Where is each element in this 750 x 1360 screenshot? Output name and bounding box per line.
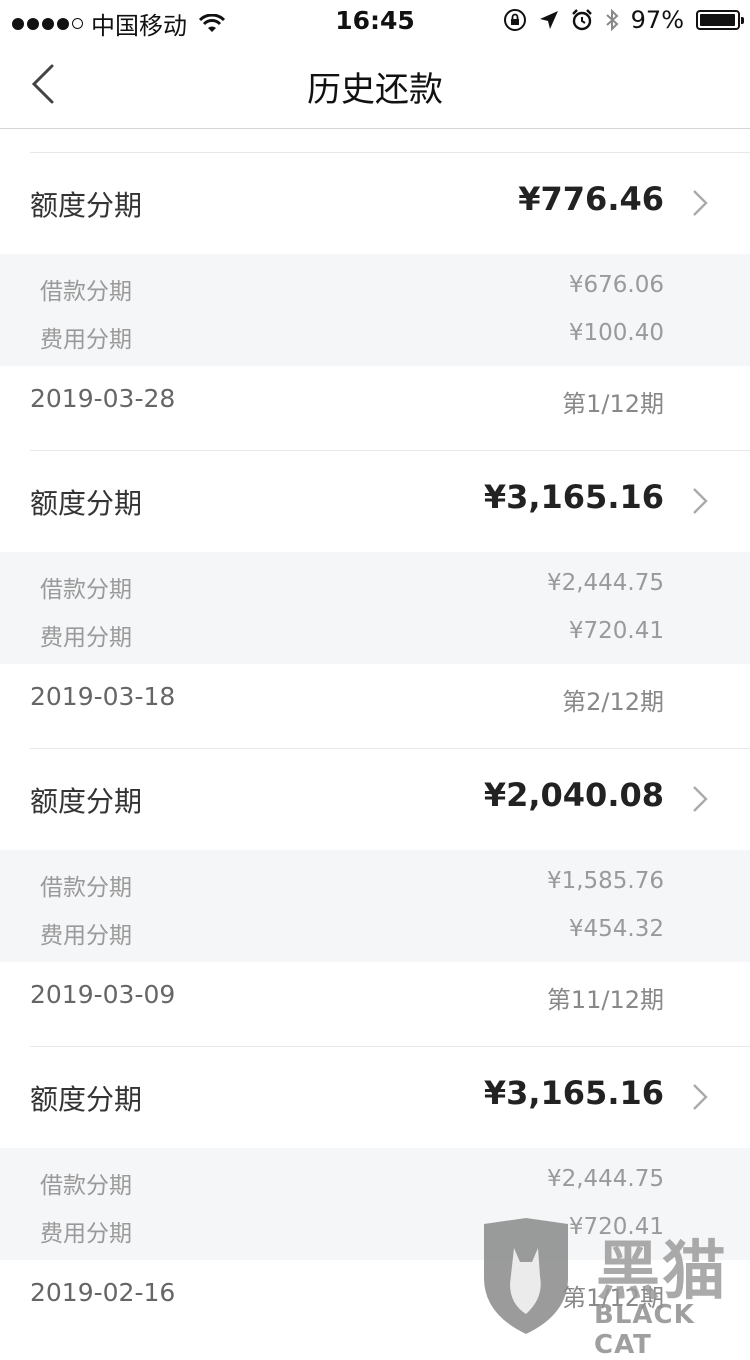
repayment-record: 额度分期 ¥776.46 借款分期 ¥676.06 费用分期 ¥100.40 2019-03… <box>0 152 750 450</box>
detail-line: 费用分期 ¥100.40 <box>40 320 664 360</box>
record-summary-row[interactable]: 额度分期 ¥2,040.08 <box>0 748 750 850</box>
alarm-icon <box>571 9 592 31</box>
record-summary-row[interactable]: 额度分期 ¥3,165.16 <box>0 1046 750 1148</box>
record-type-label: 额度分期 <box>30 487 143 520</box>
record-period: 第1/12期 <box>562 390 664 418</box>
record-type-label: 额度分期 <box>30 189 143 222</box>
black-cat-watermark: 黑猫 BLACK CAT <box>478 1218 750 1360</box>
record-summary-row[interactable]: 额度分期 ¥3,165.16 <box>0 450 750 552</box>
bluetooth-icon <box>605 8 619 32</box>
record-period: 第11/12期 <box>546 986 664 1014</box>
detail-value: ¥720.41 <box>568 618 664 644</box>
detail-value: ¥676.06 <box>568 272 664 298</box>
repayment-record: 额度分期 ¥3,165.16 借款分期 ¥2,444.75 费用分期 ¥720.41 201… <box>0 450 750 748</box>
detail-line: 借款分期 ¥2,444.75 <box>40 1166 664 1206</box>
record-footer-row: 2019-03-09 第11/12期 <box>0 962 750 1046</box>
detail-line: 借款分期 ¥2,444.75 <box>40 570 664 610</box>
record-date: 2019-02-16 <box>30 1278 176 1307</box>
record-summary-row[interactable]: 额度分期 ¥776.46 <box>0 152 750 254</box>
detail-value: ¥1,585.76 <box>546 868 664 894</box>
detail-line: 借款分期 ¥1,585.76 <box>40 868 664 908</box>
battery-percentage: 97% <box>630 6 684 34</box>
record-amount: ¥2,040.08 <box>483 776 664 814</box>
record-amount: ¥776.46 <box>518 180 664 218</box>
record-footer-row: 2019-03-28 第1/12期 <box>0 366 750 450</box>
record-footer-row: 2019-03-18 第2/12期 <box>0 664 750 748</box>
record-date: 2019-03-18 <box>30 682 176 711</box>
detail-key: 费用分期 <box>40 625 132 651</box>
chevron-right-icon[interactable] <box>690 486 710 516</box>
chevron-right-icon[interactable] <box>690 188 710 218</box>
status-bar: 中国移动 16:45 97% <box>0 0 750 40</box>
detail-value: ¥2,444.75 <box>546 570 664 596</box>
record-amount: ¥3,165.16 <box>483 1074 664 1112</box>
watermark-en-text: BLACK CAT <box>594 1300 695 1360</box>
detail-key: 借款分期 <box>40 875 132 901</box>
detail-line: 费用分期 ¥720.41 <box>40 618 664 658</box>
watermark-cn-text: 黑猫 <box>596 1235 728 1309</box>
detail-key: 借款分期 <box>40 577 132 603</box>
record-amount: ¥3,165.16 <box>483 478 664 516</box>
record-date: 2019-03-09 <box>30 980 176 1009</box>
detail-key: 费用分期 <box>40 923 132 949</box>
repayment-record: 额度分期 ¥2,040.08 借款分期 ¥1,585.76 费用分期 ¥454.32 201… <box>0 748 750 1046</box>
detail-value: ¥454.32 <box>568 916 664 942</box>
battery-icon <box>696 10 744 30</box>
battery-fill <box>700 14 735 26</box>
detail-value: ¥2,444.75 <box>546 1166 664 1192</box>
page-title: 历史还款 <box>307 70 443 110</box>
orientation-lock-icon <box>503 9 526 31</box>
detail-value: ¥100.40 <box>568 320 664 346</box>
chevron-right-icon[interactable] <box>690 1082 710 1112</box>
detail-key: 借款分期 <box>40 1173 132 1199</box>
black-cat-logo-icon <box>484 1218 568 1334</box>
detail-line: 借款分期 ¥676.06 <box>40 272 664 312</box>
detail-line: 费用分期 ¥454.32 <box>40 916 664 956</box>
record-date: 2019-03-28 <box>30 384 176 413</box>
chevron-right-icon[interactable] <box>690 784 710 814</box>
detail-key: 借款分期 <box>40 279 132 305</box>
detail-key: 费用分期 <box>40 327 132 353</box>
status-right: 97% <box>503 6 744 34</box>
record-detail-panel: 借款分期 ¥2,444.75 费用分期 ¥720.41 <box>0 552 750 664</box>
record-type-label: 额度分期 <box>30 1083 143 1116</box>
detail-key: 费用分期 <box>40 1221 132 1247</box>
record-detail-panel: 借款分期 ¥1,585.76 费用分期 ¥454.32 <box>0 850 750 962</box>
navigation-bar: 历史还款 <box>0 40 750 129</box>
location-icon <box>539 11 558 29</box>
repayment-history-list: 额度分期 ¥776.46 借款分期 ¥676.06 费用分期 ¥100.40 2019-03… <box>0 152 750 1344</box>
record-period: 第2/12期 <box>562 688 664 716</box>
record-detail-panel: 借款分期 ¥676.06 费用分期 ¥100.40 <box>0 254 750 366</box>
record-type-label: 额度分期 <box>30 785 143 818</box>
